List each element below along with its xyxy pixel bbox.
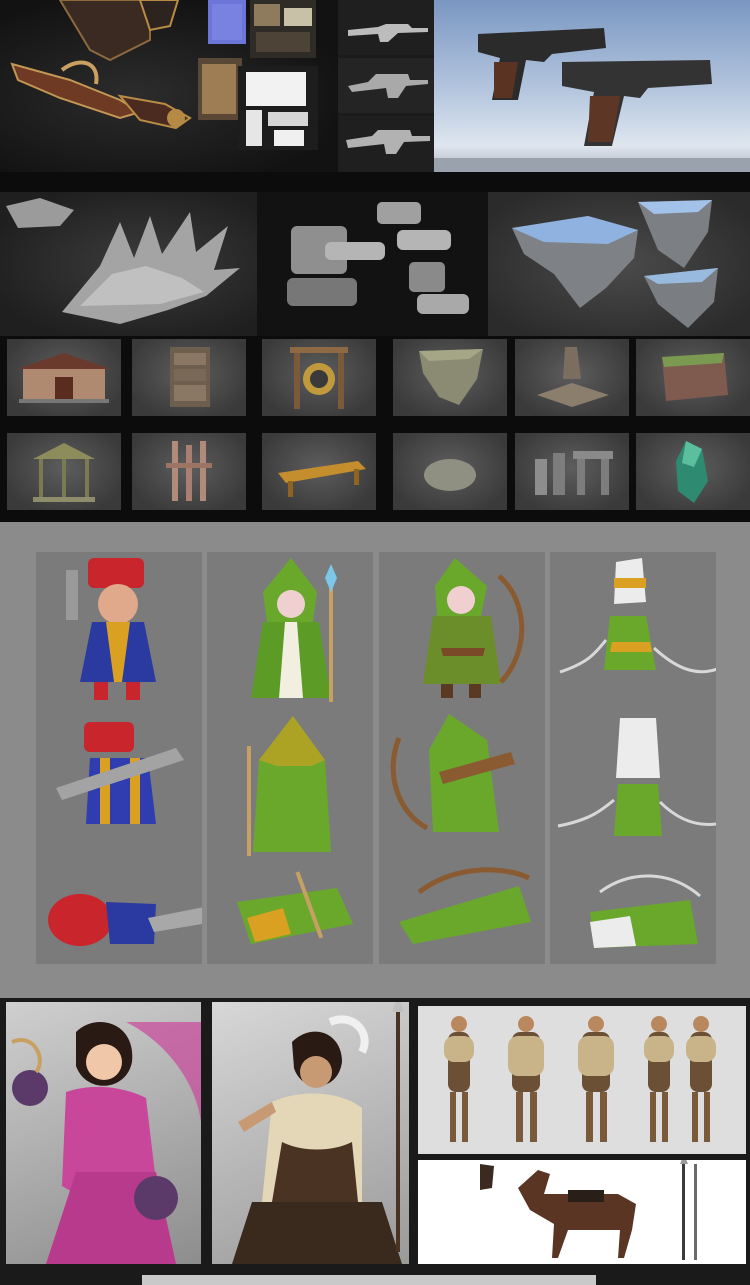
asset-thumb-bench xyxy=(262,433,376,510)
warrior-woman-illustration-panel xyxy=(212,1002,409,1264)
chinese-gate-illustration xyxy=(17,353,111,403)
asset-thumb-wooden-fence xyxy=(132,433,246,510)
dragon-sculpt-panel xyxy=(0,192,257,336)
column-musketeer xyxy=(36,552,202,964)
column-archer xyxy=(379,552,545,964)
wooden-fence-illustration xyxy=(166,441,212,501)
column-mage xyxy=(207,552,373,964)
dancer-illustration-panel xyxy=(6,1002,201,1264)
pavilion-illustration xyxy=(33,443,95,502)
jade-crystal-illustration xyxy=(676,441,708,503)
horse-and-spear-panel xyxy=(418,1160,746,1264)
footer-bar xyxy=(142,1275,596,1285)
boulder-illustration xyxy=(424,459,476,491)
mech-turrets-panel xyxy=(257,192,488,336)
ice-rock-platforms-panel xyxy=(488,192,750,336)
tribal-warrior-illustration xyxy=(232,1002,404,1264)
warrior-turnaround-illustration xyxy=(444,1016,716,1142)
blade-dancer-turnaround-illustration xyxy=(557,558,716,948)
ice-rock-illustration xyxy=(512,200,718,328)
archer-turnaround-illustration xyxy=(390,558,531,944)
asset-thumb-pavilion xyxy=(7,433,121,510)
stone-wall-illustration xyxy=(170,347,210,407)
asset-thumb-cliff-rock xyxy=(393,339,507,416)
ornate-weapon-illustration xyxy=(10,0,318,150)
portfolio-collage xyxy=(0,0,750,1285)
asset-thumb-rock-slab xyxy=(636,339,750,416)
asset-thumb-ruin-statue xyxy=(515,339,629,416)
cliff-rock-illustration xyxy=(419,349,483,405)
ornate-weapon-sculpt-panel xyxy=(0,0,338,172)
mage-turnaround-illustration xyxy=(237,558,353,944)
asset-thumb-gong-frame xyxy=(262,339,376,416)
dancer-with-maces-illustration xyxy=(11,1022,201,1264)
rifle-renders xyxy=(338,0,434,172)
pistol-render-panel xyxy=(434,0,750,172)
asset-thumb-jade-crystal xyxy=(636,433,750,510)
gong-frame-illustration xyxy=(290,347,348,409)
asset-thumb-chinese-gate xyxy=(7,339,121,416)
rock-slab-illustration xyxy=(662,353,728,401)
standing-stones-illustration xyxy=(535,451,613,495)
asset-thumb-boulder xyxy=(393,433,507,510)
warrior-turnaround-panel xyxy=(418,1006,746,1154)
asset-thumb-standing-stones xyxy=(515,433,629,510)
horse-and-spear-illustration xyxy=(480,1160,697,1260)
musketeer-turnaround-illustration xyxy=(48,558,202,946)
dragon-sculpt-illustration xyxy=(6,198,240,324)
bench-illustration xyxy=(278,461,366,497)
rifle-renders-panel xyxy=(338,0,434,172)
mech-turrets-illustration xyxy=(287,202,469,314)
ruin-statue-illustration xyxy=(537,347,609,407)
pistol-pair-illustration xyxy=(434,28,750,172)
column-blade-dancer xyxy=(550,552,716,964)
asset-thumb-stone-wall xyxy=(132,339,246,416)
